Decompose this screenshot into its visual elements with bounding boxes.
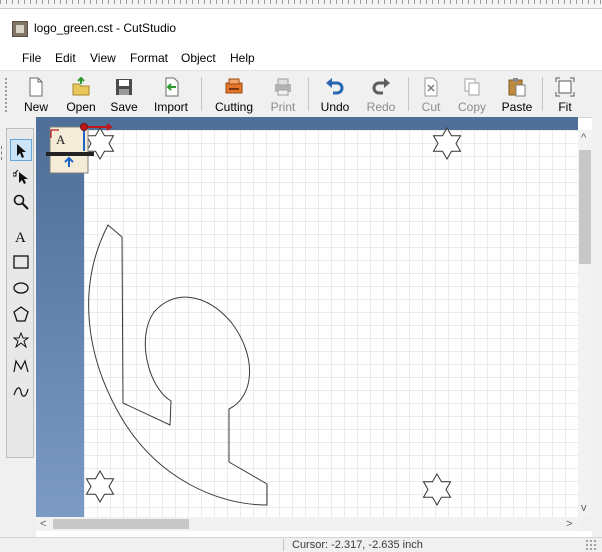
polyline-tool[interactable] [10,355,32,377]
undo-label: Undo [320,100,350,114]
import-icon [165,77,179,97]
new-button[interactable]: New [14,73,58,115]
new-document-icon [29,77,43,97]
curve-icon [13,387,29,397]
drawing-tools-palette: A [6,128,34,458]
cut-label: Cut [421,100,441,114]
text-tool[interactable]: A [10,225,32,247]
ellipse-icon [13,282,29,294]
print-button[interactable]: Print [262,73,304,115]
open-button[interactable]: Open [58,73,104,115]
star-icon [13,332,29,348]
vertical-scroll-thumb[interactable] [579,150,591,264]
node-edit-tool[interactable] [10,165,32,187]
status-separator [283,539,284,551]
toolbar-separator [542,77,543,111]
copy-button[interactable]: Copy [452,73,492,115]
open-folder-icon [72,77,90,96]
menu-format[interactable]: Format [130,51,168,65]
curve-tool[interactable] [10,381,32,403]
fit-label: Fit [558,100,572,114]
cursor-position-readout: Cursor: -2.317, -2.635 inch [292,539,423,551]
menu-bar: File Edit View Format Object Help [0,46,602,69]
toolbar-separator [308,77,309,111]
menu-help[interactable]: Help [230,51,255,65]
open-label: Open [66,100,96,114]
new-label: New [23,100,48,114]
paste-icon [508,78,526,97]
undo-button[interactable]: Undo [314,73,356,115]
scissors-icon [424,77,438,97]
menu-file[interactable]: File [22,51,41,65]
import-button[interactable]: Import [148,73,194,115]
canvas-margin [36,117,84,517]
text-icon: A [15,230,26,244]
select-tool[interactable] [10,139,32,161]
paste-label: Paste [501,100,533,114]
canvas-drawing[interactable]: A [36,117,578,517]
node-edit-icon [13,169,28,184]
canvas-top-margin [36,117,578,130]
star-tool[interactable] [10,329,32,351]
copy-label: Copy [457,100,486,114]
svg-text:A: A [15,230,26,244]
scroll-left-arrow[interactable]: < [40,519,46,530]
toolbar: New Open Save Import Cutting Print Undo … [0,70,602,118]
app-icon [12,21,28,37]
save-label: Save [110,100,138,114]
window-title: logo_green.cst - CutStudio [34,21,177,35]
toolbar-separator [201,77,202,111]
redo-button[interactable]: Redo [360,73,402,115]
fit-button[interactable]: Fit [548,73,582,115]
scroll-down-arrow[interactable]: v [581,503,587,514]
print-label: Print [270,100,296,114]
polygon-tool[interactable] [10,303,32,325]
ellipse-tool[interactable] [10,277,32,299]
grid [84,117,578,517]
redo-icon [372,78,390,95]
magnifier-icon [13,194,29,210]
scroll-right-arrow[interactable]: > [566,519,572,530]
rectangle-icon [13,255,29,269]
import-label: Import [153,100,188,114]
toolbar-grip[interactable] [4,77,8,113]
cutting-button[interactable]: Cutting [208,73,260,115]
scrollbar-corner [578,517,592,531]
horizontal-scroll-thumb[interactable] [53,519,189,529]
polygon-icon [13,306,29,322]
polyline-icon [13,359,29,373]
copy-icon [464,78,480,96]
resize-grip-icon[interactable] [585,539,597,550]
zoom-tool[interactable] [10,191,32,213]
menu-edit[interactable]: Edit [55,51,76,65]
undo-icon [326,78,344,95]
printer-icon [275,78,291,96]
top-ruler-strip [0,0,602,9]
rectangle-tool[interactable] [10,251,32,273]
text-marker-glyph: A [56,132,66,147]
scroll-up-arrow[interactable]: ^ [581,133,586,144]
cutting-label: Cutting [214,100,254,114]
cutter-icon [225,78,243,94]
redo-label: Redo [366,100,396,114]
fit-icon [555,77,575,97]
cut-button[interactable]: Cut [412,73,450,115]
save-button[interactable]: Save [104,73,144,115]
menu-view[interactable]: View [90,51,116,65]
drawing-canvas[interactable]: A [36,117,578,517]
toolbar-separator [408,77,409,111]
menu-object[interactable]: Object [181,51,216,65]
floppy-disk-icon [116,79,132,95]
right-frame [592,117,602,537]
arrow-pointer-icon [17,144,26,158]
paste-button[interactable]: Paste [496,73,538,115]
